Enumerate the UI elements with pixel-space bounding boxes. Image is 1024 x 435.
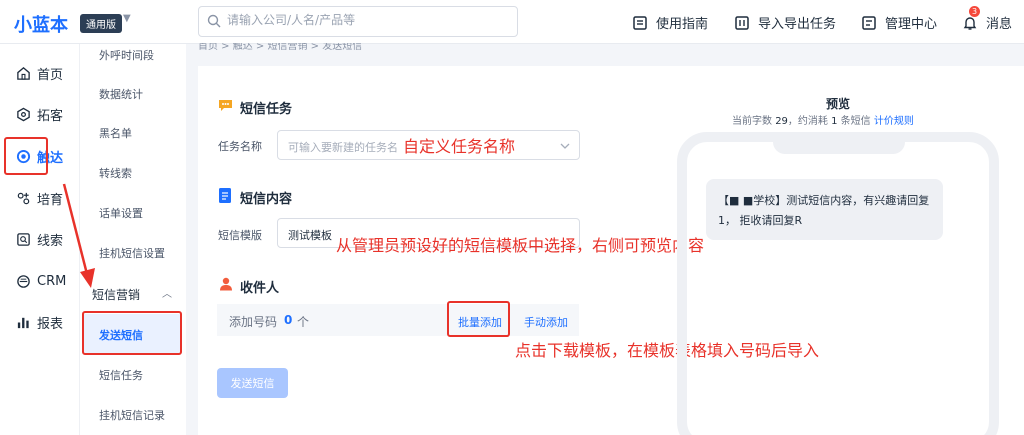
- preview-meta-prefix: 当前字数: [732, 116, 772, 127]
- search-box[interactable]: [198, 6, 518, 37]
- subnav-item-hangup-sms-records[interactable]: 挂机短信记录: [99, 407, 165, 423]
- sidebar-item-label: 首页: [37, 67, 64, 83]
- highlight-box-send-sms: [82, 311, 182, 355]
- nav-guide[interactable]: 使用指南: [632, 13, 708, 32]
- document-icon: [219, 188, 231, 203]
- chevron-down-icon: [560, 143, 570, 149]
- preview-meta-mid: ，约消耗: [787, 116, 828, 127]
- preview-char-count: 29: [775, 116, 788, 127]
- search-icon: [207, 14, 221, 28]
- pricing-rule-link[interactable]: 计价规则: [874, 116, 914, 127]
- breadcrumb: 首页 > 触达 > 短信营销 > 发送短信: [198, 43, 363, 52]
- nurture-icon: [17, 192, 30, 204]
- nav-import-export-label: 导入导出任务: [758, 17, 837, 32]
- section-title-content: 短信内容: [240, 192, 293, 207]
- nav-guide-label: 使用指南: [656, 17, 709, 32]
- home-icon: [17, 66, 30, 80]
- admin-icon: [862, 15, 876, 30]
- user-icon: [220, 277, 232, 291]
- section-title-task: 短信任务: [240, 102, 293, 117]
- subnav-item-call-record-settings[interactable]: 话单设置: [99, 205, 143, 221]
- sidebar-item-reports[interactable]: 报表: [0, 310, 80, 334]
- manual-add-button[interactable]: 手动添加: [524, 314, 568, 330]
- bar-chart-icon: [17, 317, 29, 328]
- phone-frame: [677, 132, 999, 435]
- sidebar-item-label: 报表: [37, 316, 64, 332]
- preview-title: 预览: [826, 97, 851, 111]
- edition-badge[interactable]: 通用版: [80, 14, 122, 33]
- annotation-arrow: [62, 183, 95, 288]
- template-value: 测试模板: [288, 229, 332, 242]
- bell-icon: [963, 16, 977, 30]
- highlight-box-reach: [4, 137, 48, 175]
- annotation-template: 从管理员预设好的短信模板中选择，右侧可预览内容: [336, 236, 705, 255]
- template-label: 短信模版: [218, 229, 262, 242]
- prospect-icon: [17, 107, 30, 121]
- task-name-label: 任务名称: [218, 140, 262, 153]
- preview-meta-suffix: 条短信: [840, 116, 871, 127]
- preview-sms-count: 1: [831, 116, 838, 127]
- app-logo[interactable]: 小蓝本: [14, 11, 68, 37]
- subnav-item-statistics[interactable]: 数据统计: [99, 86, 143, 102]
- sidebar-item-prospect[interactable]: 拓客: [0, 102, 80, 126]
- section-title-recipients: 收件人: [240, 281, 280, 296]
- subnav-item-sms-tasks[interactable]: 短信任务: [99, 367, 143, 383]
- search-input[interactable]: [227, 13, 507, 27]
- number-count: 0: [284, 313, 293, 327]
- chevron-up-icon[interactable]: ︿: [162, 285, 172, 300]
- nav-messages[interactable]: 消息: [962, 13, 1012, 32]
- number-unit: 个: [297, 315, 310, 329]
- add-numbers-label: 添加号码: [229, 315, 278, 329]
- subnav-item-to-leads[interactable]: 转线索: [99, 165, 132, 181]
- nav-admin-label: 管理中心: [885, 17, 938, 32]
- crm-icon: [17, 274, 30, 288]
- message-count-badge: 3: [969, 6, 980, 17]
- guide-icon: [633, 15, 647, 30]
- top-bar: 小蓝本 通用版 ▼ 使用指南 导入导出任务 管理中心 消息 3: [0, 0, 1024, 44]
- highlight-box-bulk-add: [447, 301, 510, 337]
- leads-icon: [17, 232, 30, 246]
- subnav-item-hangup-sms-settings[interactable]: 挂机短信设置: [99, 245, 165, 261]
- import-export-icon: [735, 15, 749, 30]
- preview-message-text: 【■ ■学校】测试短信内容，有兴趣请回复1， 拒收请回复R: [718, 194, 930, 227]
- preview-meta: 当前字数 29，约消耗 1 条短信 计价规则: [732, 112, 914, 127]
- annotation-task-name: 自定义任务名称: [403, 137, 516, 156]
- phone-notch: [773, 132, 905, 154]
- subnav-item-call-hours[interactable]: 外呼时间段: [99, 47, 154, 63]
- edition-dropdown-icon[interactable]: ▼: [123, 13, 131, 24]
- sidebar-item-label: 拓客: [37, 108, 64, 124]
- task-name-placeholder: 可输入要新建的任务名: [288, 141, 398, 154]
- sidebar-item-home[interactable]: 首页: [0, 61, 80, 85]
- message-icon: [219, 100, 232, 111]
- nav-admin[interactable]: 管理中心: [861, 13, 937, 32]
- subnav-item-blacklist[interactable]: 黑名单: [99, 125, 132, 141]
- send-sms-button[interactable]: 发送短信: [217, 368, 288, 398]
- subnav-group-sms-marketing[interactable]: 短信营销: [92, 286, 140, 303]
- nav-messages-label: 消息: [986, 17, 1013, 32]
- nav-import-export[interactable]: 导入导出任务: [734, 13, 836, 32]
